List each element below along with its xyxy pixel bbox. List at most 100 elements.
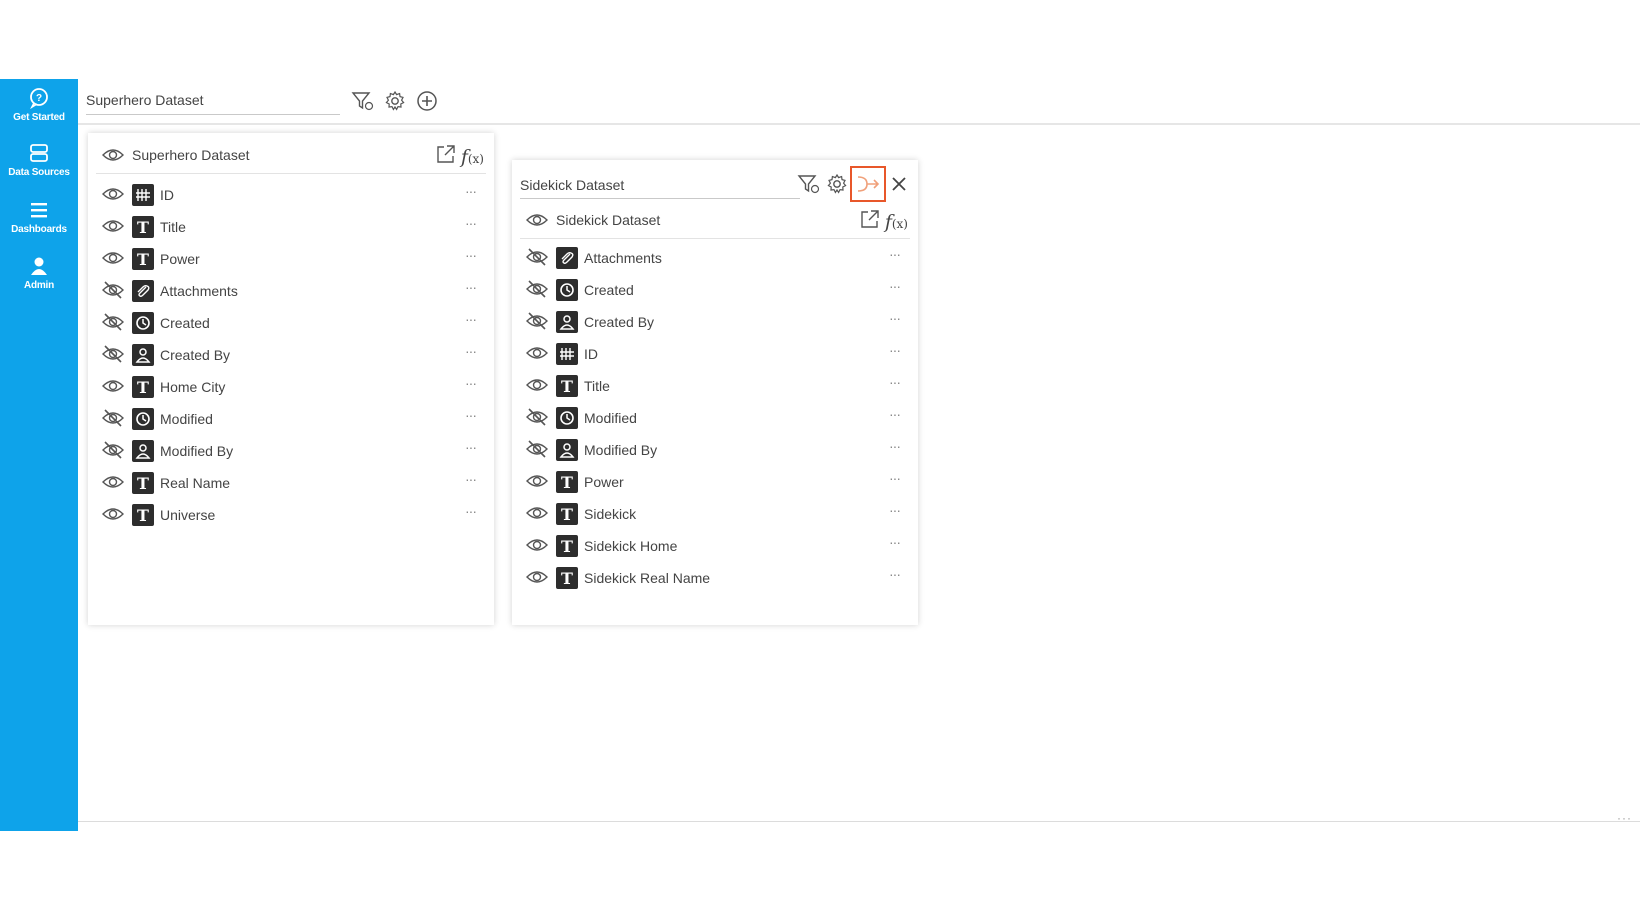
field-row[interactable]: T Sidekick Real Name ··· bbox=[520, 564, 910, 594]
clock-icon bbox=[132, 408, 154, 430]
add-button[interactable] bbox=[414, 88, 440, 114]
eye-icon[interactable] bbox=[526, 536, 548, 559]
more-options-icon[interactable]: ··· bbox=[889, 566, 901, 582]
filter-button[interactable] bbox=[350, 88, 376, 114]
field-row[interactable]: T Sidekick Home ··· bbox=[520, 532, 910, 562]
eye-icon[interactable] bbox=[102, 377, 124, 400]
text-type-icon: T bbox=[556, 567, 578, 589]
eye-icon[interactable] bbox=[526, 344, 548, 367]
number-type-icon bbox=[132, 184, 154, 206]
field-row[interactable]: T Home City ··· bbox=[96, 373, 486, 403]
more-icon[interactable]: ··· bbox=[1617, 811, 1632, 825]
more-options-icon[interactable]: ··· bbox=[889, 470, 901, 486]
field-row[interactable]: T Real Name ··· bbox=[96, 469, 486, 499]
field-row[interactable]: T Title ··· bbox=[96, 213, 486, 243]
sidebar-item-admin[interactable]: Admin bbox=[0, 255, 78, 291]
sidebar-item-get-started[interactable]: ? Get Started bbox=[0, 87, 78, 123]
field-row[interactable]: Created By ··· bbox=[520, 308, 910, 338]
eye-off-icon[interactable] bbox=[526, 312, 548, 335]
eye-icon[interactable] bbox=[526, 376, 548, 399]
more-options-icon[interactable]: ··· bbox=[889, 502, 901, 518]
eye-off-icon[interactable] bbox=[102, 409, 124, 432]
more-options-icon[interactable]: ··· bbox=[465, 247, 477, 263]
field-name: Home City bbox=[160, 379, 226, 395]
more-options-icon[interactable]: ··· bbox=[465, 471, 477, 487]
field-row[interactable]: Created ··· bbox=[520, 276, 910, 306]
eye-icon[interactable] bbox=[102, 146, 124, 169]
more-options-icon[interactable]: ··· bbox=[465, 375, 477, 391]
more-options-icon[interactable]: ··· bbox=[889, 342, 901, 358]
formula-icon[interactable]: f(x) bbox=[461, 146, 484, 168]
more-options-icon[interactable]: ··· bbox=[889, 310, 901, 326]
more-options-icon[interactable]: ··· bbox=[465, 183, 477, 199]
more-options-icon[interactable]: ··· bbox=[465, 439, 477, 455]
field-row[interactable]: Modified ··· bbox=[96, 405, 486, 435]
formula-icon[interactable]: f(x) bbox=[885, 211, 908, 233]
eye-off-icon[interactable] bbox=[526, 440, 548, 463]
eye-icon[interactable] bbox=[102, 473, 124, 496]
eye-off-icon[interactable] bbox=[102, 345, 124, 368]
add-circle-icon bbox=[417, 91, 437, 111]
field-row[interactable]: Modified By ··· bbox=[96, 437, 486, 467]
filter-icon bbox=[351, 92, 374, 111]
eye-off-icon[interactable] bbox=[102, 441, 124, 464]
eye-icon[interactable] bbox=[526, 211, 548, 234]
eye-icon[interactable] bbox=[526, 568, 548, 591]
more-options-icon[interactable]: ··· bbox=[465, 343, 477, 359]
field-row[interactable]: ID ··· bbox=[520, 340, 910, 370]
field-row[interactable]: Attachments ··· bbox=[96, 277, 486, 307]
eye-off-icon[interactable] bbox=[102, 313, 124, 336]
settings-button[interactable] bbox=[382, 88, 408, 114]
open-external-icon[interactable] bbox=[435, 143, 457, 170]
eye-icon[interactable] bbox=[526, 504, 548, 527]
eye-off-icon[interactable] bbox=[526, 248, 548, 271]
more-options-icon[interactable]: ··· bbox=[889, 438, 901, 454]
more-options-icon[interactable]: ··· bbox=[465, 311, 477, 327]
more-options-icon[interactable]: ··· bbox=[889, 278, 901, 294]
field-row[interactable]: Modified ··· bbox=[520, 404, 910, 434]
text-type-icon: T bbox=[556, 503, 578, 525]
eye-icon[interactable] bbox=[526, 472, 548, 495]
more-options-icon[interactable]: ··· bbox=[889, 534, 901, 550]
close-button[interactable] bbox=[886, 171, 912, 197]
eye-off-icon[interactable] bbox=[526, 280, 548, 303]
field-row[interactable]: T Universe ··· bbox=[96, 501, 486, 531]
field-row[interactable]: Attachments ··· bbox=[520, 244, 910, 274]
field-row[interactable]: Created ··· bbox=[96, 309, 486, 339]
eye-off-icon[interactable] bbox=[526, 408, 548, 431]
eye-off-icon[interactable] bbox=[102, 281, 124, 304]
field-row[interactable]: Created By ··· bbox=[96, 341, 486, 371]
more-options-icon[interactable]: ··· bbox=[889, 246, 901, 262]
sidebar-item-dashboards[interactable]: Dashboards bbox=[0, 199, 78, 235]
filter-button[interactable] bbox=[796, 171, 822, 197]
sidekick-dataset-input[interactable] bbox=[520, 172, 800, 199]
more-options-icon[interactable]: ··· bbox=[465, 503, 477, 519]
eye-icon[interactable] bbox=[102, 217, 124, 240]
field-row[interactable]: Modified By ··· bbox=[520, 436, 910, 466]
field-row[interactable]: T Title ··· bbox=[520, 372, 910, 402]
field-row[interactable]: T Power ··· bbox=[520, 468, 910, 498]
eye-icon[interactable] bbox=[102, 505, 124, 528]
field-row[interactable]: T Sidekick ··· bbox=[520, 500, 910, 530]
field-row[interactable]: T Power ··· bbox=[96, 245, 486, 275]
field-name: Modified bbox=[160, 411, 213, 427]
more-options-icon[interactable]: ··· bbox=[465, 279, 477, 295]
more-options-icon[interactable]: ··· bbox=[465, 215, 477, 231]
eye-icon[interactable] bbox=[102, 249, 124, 272]
sidebar-item-label: Admin bbox=[23, 280, 55, 291]
field-row[interactable]: ID ··· bbox=[96, 181, 486, 211]
text-type-icon: T bbox=[132, 216, 154, 238]
field-name: Created bbox=[160, 315, 210, 331]
dataset-name-input[interactable] bbox=[86, 86, 340, 115]
top-toolbar bbox=[350, 88, 440, 114]
more-options-icon[interactable]: ··· bbox=[889, 374, 901, 390]
more-options-icon[interactable]: ··· bbox=[465, 407, 477, 423]
sidebar-item-data-sources[interactable]: Data Sources bbox=[0, 142, 78, 178]
join-button[interactable] bbox=[850, 166, 886, 202]
settings-button[interactable] bbox=[824, 171, 850, 197]
eye-icon[interactable] bbox=[102, 185, 124, 208]
more-options-icon[interactable]: ··· bbox=[889, 406, 901, 422]
clock-icon bbox=[556, 407, 578, 429]
open-external-icon[interactable] bbox=[859, 208, 881, 235]
clock-icon bbox=[556, 279, 578, 301]
